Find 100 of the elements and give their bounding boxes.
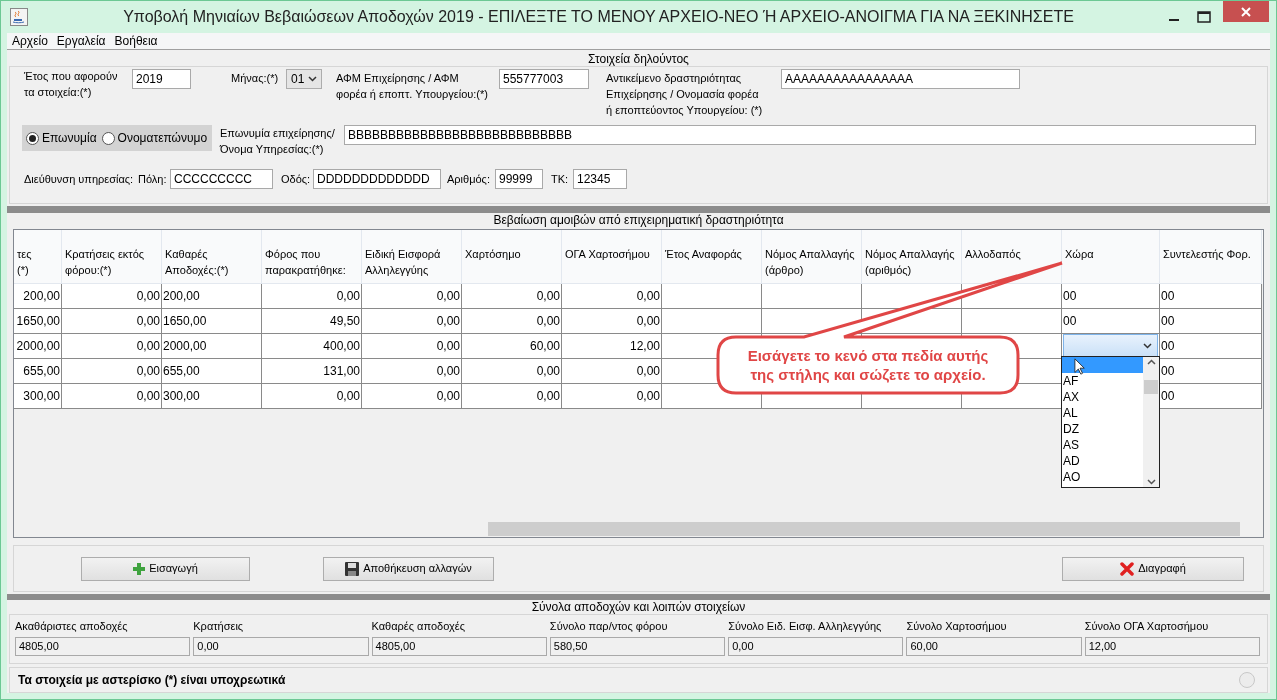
field-label: ΤΚ: <box>551 172 570 187</box>
total-field: 4805,00 <box>371 637 547 656</box>
table-cell: 00 <box>1062 284 1160 308</box>
table-cell: 0,00 <box>62 359 162 383</box>
dropdown-option[interactable]: AF <box>1062 373 1143 389</box>
input-field[interactable]: 99999 <box>495 169 543 189</box>
menu-item[interactable]: Βοήθεια <box>114 32 158 50</box>
table-cell: 12,00 <box>562 334 662 358</box>
table-cell: 2000,00 <box>14 334 62 358</box>
month-select[interactable]: 01 <box>286 69 322 89</box>
chevron-down-icon <box>1146 479 1156 485</box>
table-cell: 0,00 <box>62 309 162 333</box>
total-label: Σύνολο ΟΓΑ Χαρτοσήμου <box>1084 619 1210 634</box>
radio-option[interactable]: Ονοματεπώνυμο <box>101 129 208 147</box>
total-label: Καθαρές αποδοχές <box>371 619 466 634</box>
field-label: Έτος που αφορούν τα στοιχεία:(*) <box>24 69 119 100</box>
close-icon <box>1240 5 1252 18</box>
callout-text: Εισάγετε το κενό στα πεδία αυτής της στήλης και σώζετε το αρχείο. <box>746 346 990 385</box>
total-field: 580,50 <box>549 637 726 656</box>
table-cell: 0,00 <box>562 384 662 408</box>
input-field[interactable]: 12345 <box>573 169 627 189</box>
field-label: Αριθμός: <box>447 172 491 187</box>
status-indicator <box>1239 672 1255 688</box>
table-cell: 0,00 <box>562 309 662 333</box>
table-cell: 1650,00 <box>14 309 62 333</box>
table-cell: 655,00 <box>14 359 62 383</box>
input-field[interactable]: 2019 <box>132 69 191 89</box>
table-cell: 0,00 <box>62 334 162 358</box>
scroll-thumb[interactable] <box>488 522 1240 537</box>
chevron-up-icon <box>1146 359 1156 365</box>
table-cell: 60,00 <box>462 334 562 358</box>
action-button[interactable]: Διαγραφή <box>1062 556 1244 581</box>
dropdown-option[interactable]: AO <box>1062 469 1143 485</box>
table-cell: 0,00 <box>362 359 462 383</box>
table-cell: 00 <box>1160 309 1262 333</box>
action-button[interactable]: Εισαγωγή <box>81 556 250 581</box>
table-cell: 0,00 <box>262 384 362 408</box>
scroll-thumb[interactable] <box>1144 380 1158 394</box>
total-label: Σύνολο Ειδ. Εισφ. Αλληλεγγύης <box>728 619 883 634</box>
field-label: Πόλη: <box>138 172 168 187</box>
minimize-icon <box>1169 19 1179 21</box>
close-button[interactable] <box>1223 1 1269 22</box>
table-cell: 0,00 <box>262 284 362 308</box>
input-field[interactable]: BBBBBBBBBBBBBBBBBBBBBBBBBBBB <box>344 125 1256 145</box>
panel-title: Στοιχεία δηλούντος <box>587 52 690 66</box>
table-cell: 0,00 <box>362 309 462 333</box>
total-label: Σύνολο παρ/ντος φόρου <box>549 619 669 634</box>
total-label: Ακαθάριστες αποδοχές <box>15 619 129 634</box>
input-field[interactable]: 555777003 <box>499 69 589 89</box>
input-field[interactable]: CCCCCCCCC <box>170 169 273 189</box>
plus-icon <box>133 562 146 575</box>
table-cell: 1650,00 <box>162 309 262 333</box>
country-combo[interactable] <box>1063 334 1158 358</box>
menu-item[interactable]: Εργαλεία <box>56 32 106 50</box>
splitter-bar[interactable] <box>7 206 1270 213</box>
table-cell: 655,00 <box>162 359 262 383</box>
total-label: Κρατήσεις <box>193 619 245 634</box>
table-cell: 400,00 <box>262 334 362 358</box>
table-cell: 0,00 <box>62 384 162 408</box>
window-title: Υποβολή Μηνιαίων Βεβαιώσεων Αποδοχών 2019 - ΕΠΙΛΕΞΤΕ ΤΟ ΜΕΝΟΥ ΑΡΧΕΙΟ-ΝΕΟ Ή ΑΡΧΕΙΟ-ΑΝΟΙΓΜΑ ΓΙΑ ΝΑ ΞΕΚΙΝΗΣΕΤΕ <box>122 7 1075 27</box>
app-icon <box>10 8 28 26</box>
splitter-bar[interactable] <box>7 594 1270 600</box>
action-button[interactable]: Αποθήκευση αλλαγών <box>323 556 494 581</box>
table-cell: 0,00 <box>562 359 662 383</box>
table-cell: 300,00 <box>162 384 262 408</box>
dropdown-option[interactable]: AS <box>1062 437 1143 453</box>
table-cell: 49,50 <box>262 309 362 333</box>
scrollbar[interactable] <box>1143 357 1159 487</box>
total-field: 12,00 <box>1084 637 1260 656</box>
field-label: ΑΦΜ Επιχείρησης / ΑΦΜ φορέα ή εποπτ. Υπουργείου:(*) <box>336 71 489 102</box>
chevron-down-icon <box>1143 343 1152 349</box>
total-label: Σύνολο Χαρτοσήμου <box>906 619 1008 634</box>
chevron-down-icon <box>308 76 318 82</box>
table-cell: 0,00 <box>462 359 562 383</box>
close-icon <box>1120 561 1135 576</box>
field-label: Διεύθυνση υπηρεσίας: <box>24 172 135 187</box>
menu-item[interactable]: Αρχείο <box>12 32 48 50</box>
total-field: 0,00 <box>193 637 369 656</box>
radio-option[interactable]: Επωνυμία <box>26 129 97 147</box>
panel-title: Βεβαίωση αμοιβών από επιχειρηματική δραστηριότητα <box>492 213 785 227</box>
table-cell: 0,00 <box>362 284 462 308</box>
dropdown-option[interactable]: AX <box>1062 389 1143 405</box>
table-cell: 2000,00 <box>162 334 262 358</box>
table-cell: 200,00 <box>162 284 262 308</box>
table-cell: 0,00 <box>562 284 662 308</box>
dropdown-option[interactable] <box>1062 357 1143 373</box>
input-field[interactable]: AAAAAAAAAAAAAAAA <box>781 69 1020 89</box>
field-label: Οδός: <box>281 172 312 187</box>
panel-title: Σύνολα αποδοχών και λοιπών στοιχείων <box>530 600 747 614</box>
dropdown-option[interactable]: AD <box>1062 453 1143 469</box>
table-cell: 300,00 <box>14 384 62 408</box>
table-cell: 0,00 <box>362 384 462 408</box>
dropdown-option[interactable]: AL <box>1062 405 1143 421</box>
total-field: 4805,00 <box>15 637 191 656</box>
dropdown-option[interactable]: DZ <box>1062 421 1143 437</box>
input-field[interactable]: DDDDDDDDDDDDD <box>313 169 441 189</box>
total-field: 60,00 <box>906 637 1082 656</box>
field-label: Μήνας:(*) <box>231 71 280 86</box>
table-cell: 00 <box>1062 309 1160 333</box>
field-label: Αντικείμενο δραστηριότητας Επιχείρησης / Ονομασία φορέα ή εποπτεύοντος Υπουργείου: (*) <box>606 71 764 118</box>
